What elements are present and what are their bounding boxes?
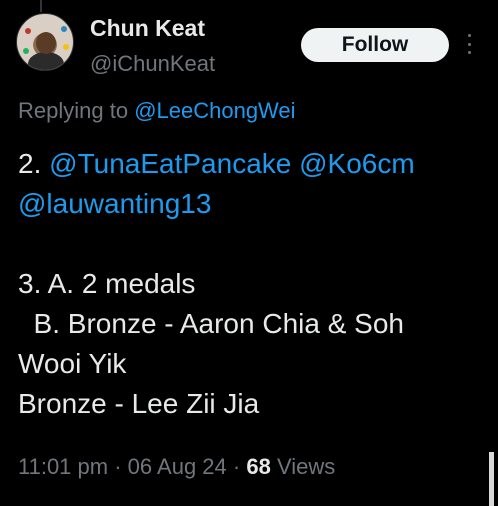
avatar[interactable] — [16, 13, 74, 71]
reply-context-prefix: Replying to — [18, 98, 135, 123]
tweet-time-link[interactable]: 11:01 pm — [18, 454, 108, 479]
scrollbar[interactable] — [489, 452, 494, 506]
tweet-line: Bronze - Lee Zii Jia — [18, 388, 260, 419]
tweet-text: 2. @TunaEatPancake @Ko6cm @lauwanting13 … — [18, 144, 488, 424]
views-label: Views — [270, 454, 336, 479]
mention-link[interactable]: @Ko6cm — [299, 148, 415, 179]
tweet-line: Wooi Yik — [18, 348, 127, 379]
tweet-date-link[interactable]: 06 Aug 24 — [128, 454, 227, 479]
avatar-decoration — [23, 48, 29, 54]
views-count[interactable]: 68 — [246, 454, 270, 479]
meta-separator: · — [226, 454, 247, 479]
avatar-figure-body — [28, 52, 64, 70]
tweet-metadata: 11:01 pm · 06 Aug 24 · 68 Views — [18, 454, 335, 480]
follow-button[interactable]: Follow — [301, 28, 449, 62]
meta-separator: · — [108, 454, 128, 479]
reply-context: Replying to @LeeChongWei — [18, 98, 296, 124]
avatar-decoration — [63, 44, 69, 50]
reply-mention-link[interactable]: @LeeChongWei — [134, 98, 295, 123]
tweet-line-prefix: 2. — [18, 148, 50, 179]
mention-link[interactable]: @lauwanting13 — [18, 188, 211, 219]
avatar-decoration — [25, 28, 31, 34]
author-handle[interactable]: @iChunKeat — [90, 51, 215, 77]
more-vertical-icon[interactable] — [466, 34, 472, 54]
tweet-line: @lauwanting13 — [18, 184, 488, 224]
avatar-figure-face — [36, 32, 56, 54]
avatar-decoration — [61, 26, 67, 32]
tweet-line: B. Bronze - Aaron Chia & Soh — [18, 308, 404, 339]
mention-link[interactable]: @TunaEatPancake — [49, 148, 291, 179]
tweet-line: 2. @TunaEatPancake @Ko6cm — [18, 144, 488, 184]
author-display-name[interactable]: Chun Keat — [90, 15, 205, 42]
thread-connector-line — [40, 0, 42, 12]
tweet-line: 3. A. 2 medals — [18, 268, 196, 299]
